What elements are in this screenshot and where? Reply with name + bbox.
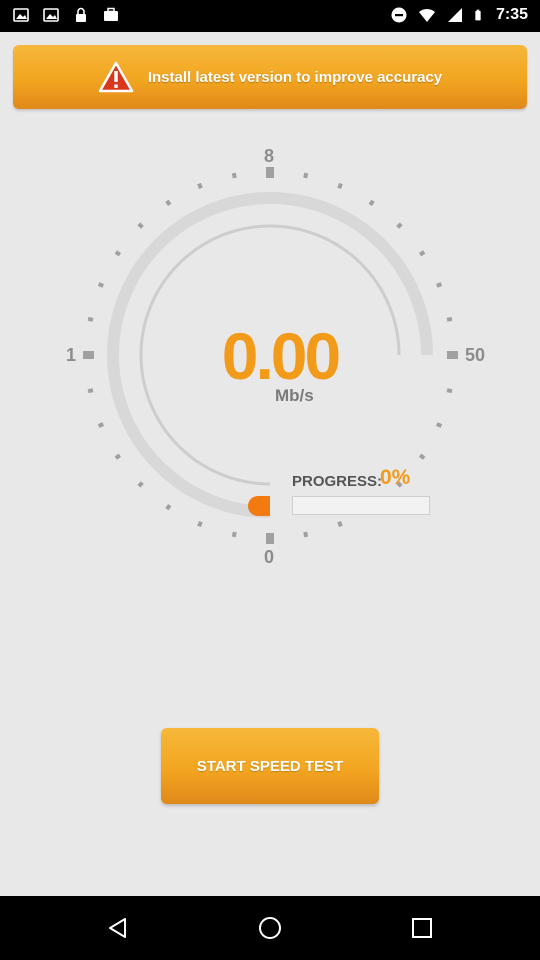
- gauge-tick: [114, 453, 122, 460]
- gauge-tick: [446, 388, 453, 394]
- gauge-tick: [97, 282, 105, 288]
- gauge-tick: [337, 182, 343, 190]
- gauge-label-bottom: 0: [264, 547, 275, 567]
- gauge-tick: [197, 520, 203, 528]
- gauge-tick: [435, 422, 443, 428]
- gauge-marker-left: [83, 351, 94, 359]
- gauge-tick: [337, 520, 343, 528]
- navigation-bar: [0, 896, 540, 960]
- speed-unit: Mb/s: [275, 386, 314, 405]
- start-speed-test-button[interactable]: START SPEED TEST: [161, 728, 379, 804]
- gauge-tick: [418, 250, 426, 257]
- home-icon[interactable]: [258, 916, 282, 940]
- gauge-tick: [418, 453, 426, 460]
- gauge-label-top: 8: [264, 146, 275, 166]
- gauge-marker-top: [266, 167, 274, 178]
- gauge-tick: [137, 481, 144, 488]
- gauge-tick: [435, 282, 443, 288]
- gauge-tick: [87, 388, 94, 394]
- gauge-tick: [231, 172, 237, 179]
- recents-icon[interactable]: [410, 916, 434, 940]
- gauge-dial: [83, 167, 458, 544]
- gauge-tick: [114, 250, 122, 257]
- progress-value: 0%: [380, 466, 411, 489]
- gauge-tick: [396, 222, 403, 229]
- gauge-marker-bottom: [266, 533, 274, 544]
- gauge-tick: [303, 531, 309, 538]
- gauge-tick: [97, 422, 105, 428]
- speed-value: 0.00: [221, 319, 341, 393]
- gauge-marker-right: [447, 351, 458, 359]
- gauge-tick: [303, 172, 309, 179]
- progress-bar: [292, 496, 430, 515]
- gauge-tick: [231, 531, 237, 538]
- gauge-label-left: 1: [66, 345, 77, 365]
- gauge-tick: [446, 316, 453, 322]
- gauge-label-right: 50: [465, 345, 486, 365]
- gauge-tick: [87, 316, 94, 322]
- gauge-tick: [165, 503, 172, 511]
- gauge-tick: [165, 199, 172, 207]
- gauge-needle-indicator: [248, 496, 270, 516]
- progress-label: PROGRESS:: [292, 473, 383, 490]
- gauge-tick: [197, 182, 203, 190]
- gauge-tick: [368, 199, 375, 207]
- back-icon[interactable]: [106, 916, 130, 940]
- gauge-tick: [137, 222, 144, 229]
